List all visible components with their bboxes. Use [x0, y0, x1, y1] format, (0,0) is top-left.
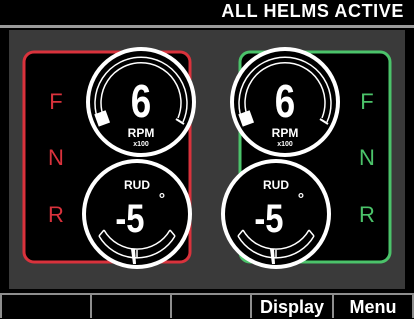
helm-gauges: F N R F N R 6 RPM x100 6 RPM x100 RUD -5…	[22, 47, 392, 269]
port-rudder-label: RUD	[124, 178, 150, 192]
starboard-rpm-gauge: 6 RPM x100	[230, 47, 340, 157]
starboard-rudder-value: -5	[254, 196, 283, 241]
softkey-2[interactable]	[90, 293, 172, 318]
port-rpm-unit: x100	[133, 141, 149, 148]
starboard-gear-neutral: N	[359, 145, 375, 170]
starboard-rudder-label: RUD	[263, 178, 289, 192]
starboard-rpm-label: RPM	[272, 126, 299, 140]
port-rpm-label: RPM	[128, 126, 155, 140]
port-gear-forward: F	[49, 89, 62, 114]
port-gear-reverse: R	[48, 202, 64, 227]
softkey-1[interactable]	[0, 293, 92, 318]
softkey-bar: Display Menu	[0, 289, 414, 318]
starboard-rudder-gauge: RUD -5 °	[221, 159, 331, 269]
port-rudder-gauge: RUD -5 °	[82, 159, 192, 269]
port-rudder-value: -5	[115, 196, 144, 241]
display-softkey[interactable]: Display	[250, 293, 334, 318]
starboard-rpm-value: 6	[275, 75, 295, 127]
port-rpm-value: 6	[131, 75, 151, 127]
menu-softkey[interactable]: Menu	[332, 293, 414, 318]
starboard-gear-reverse: R	[359, 202, 375, 227]
starboard-rudder-unit: °	[298, 191, 304, 208]
starboard-gear-forward: F	[360, 89, 373, 114]
port-gear-neutral: N	[48, 145, 64, 170]
starboard-rpm-unit: x100	[277, 141, 293, 148]
helm-display-screen: ALL HELMS ACTIVE F N R F N R 6 RPM x100	[0, 0, 414, 318]
port-rpm-gauge: 6 RPM x100	[86, 47, 196, 157]
softkey-3[interactable]	[170, 293, 252, 318]
port-rudder-unit: °	[159, 191, 165, 208]
